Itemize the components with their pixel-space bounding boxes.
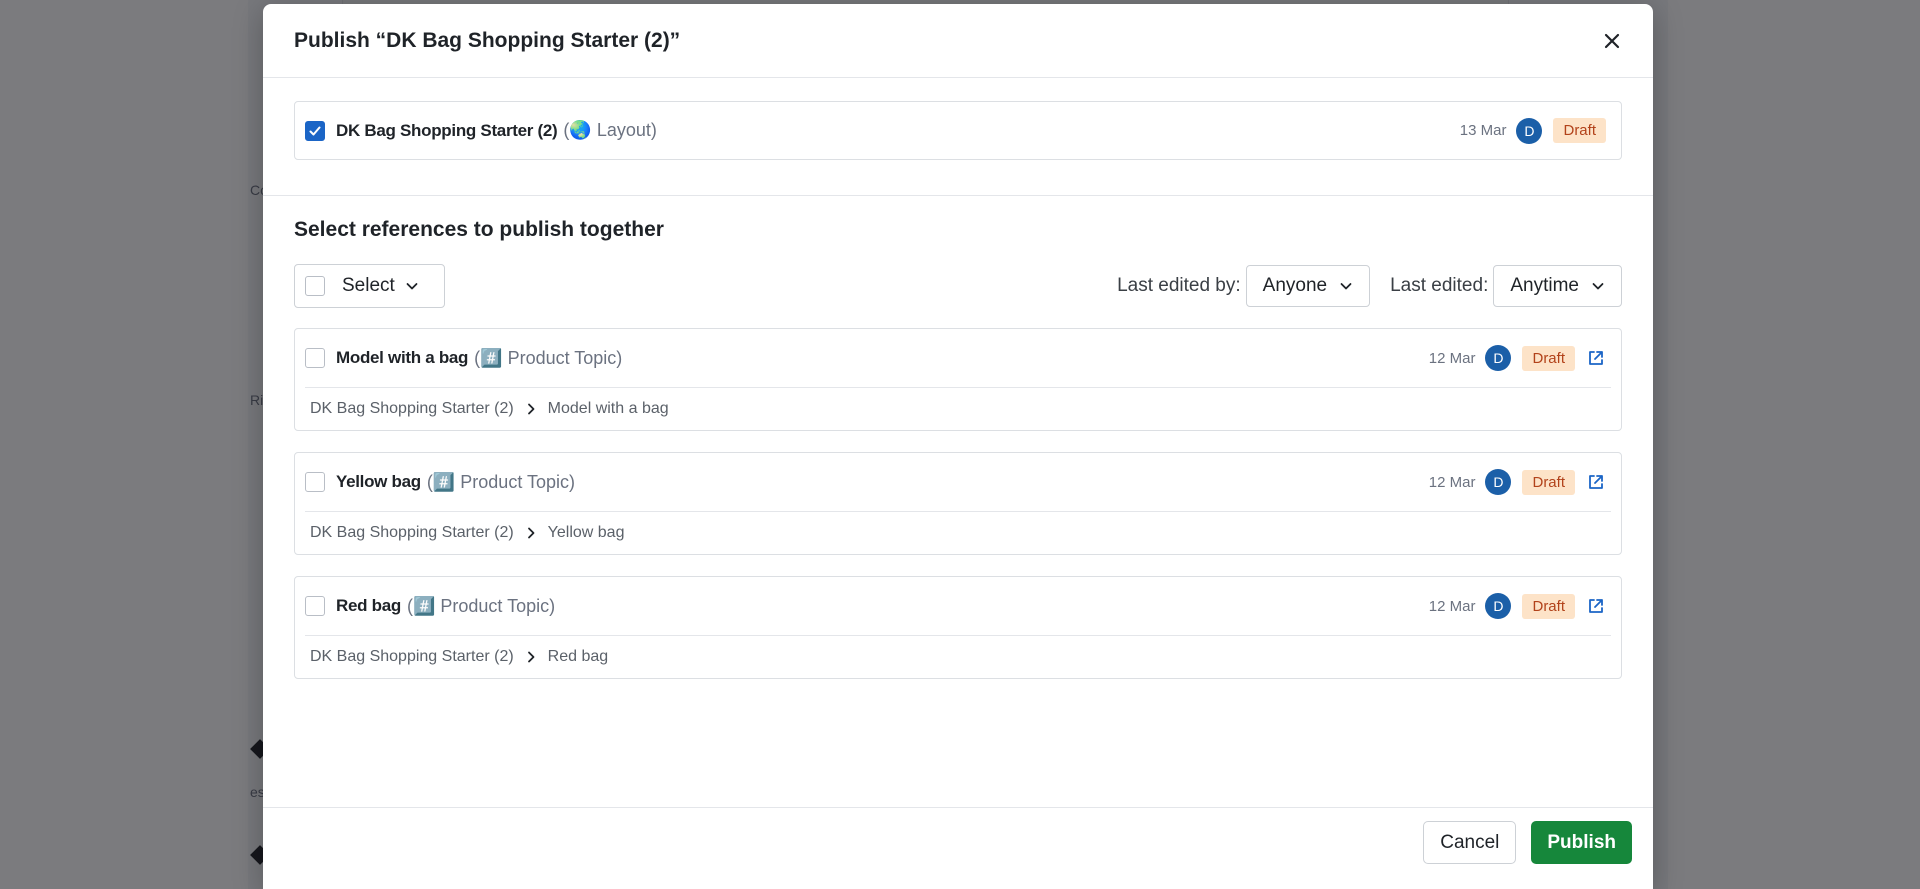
reference-name: Red bag <box>336 596 401 615</box>
status-badge: Draft <box>1522 593 1575 619</box>
references-section: Select references to publish together Se… <box>263 196 1653 679</box>
globe-icon: 🌏 <box>569 120 592 140</box>
type-label: Product Topic) <box>502 347 623 368</box>
main-item-checkbox[interactable] <box>305 120 325 141</box>
main-item-type: (🌏 Layout) <box>563 120 656 141</box>
breadcrumb-parent[interactable]: DK Bag Shopping Starter (2) <box>310 524 514 542</box>
cancel-button[interactable]: Cancel <box>1423 821 1517 864</box>
references-heading: Select references to publish together <box>294 218 664 241</box>
status-badge: Draft <box>1522 469 1575 495</box>
reference-date: 12 Mar <box>1428 349 1476 367</box>
avatar: D <box>1485 345 1512 371</box>
reference-type: (#️⃣ Product Topic) <box>474 348 622 369</box>
avatar: D <box>1485 469 1512 495</box>
reference-card: Model with a bag (#️⃣ Product Topic) 12 … <box>294 328 1622 431</box>
reference-checkbox[interactable] <box>305 596 325 616</box>
breadcrumb: DK Bag Shopping Starter (2) Yellow bag <box>295 512 1621 554</box>
open-external-icon[interactable] <box>1586 472 1606 492</box>
hash-icon: #️⃣ <box>412 595 436 616</box>
last-edited-value: Anytime <box>1510 275 1579 296</box>
breadcrumb-current[interactable]: Yellow bag <box>548 524 625 542</box>
chevron-right-icon <box>527 403 535 415</box>
main-item-row: DK Bag Shopping Starter (2) (🌏 Layout) 1… <box>295 102 1621 159</box>
close-icon[interactable] <box>1603 32 1621 50</box>
references-filters: Select Last edited by: Anyone Last edite… <box>294 264 1622 308</box>
reference-row: Red bag (#️⃣ Product Topic) 12 Mar D Dra… <box>295 577 1621 635</box>
hash-icon: #️⃣ <box>432 471 456 492</box>
reference-card: Yellow bag (#️⃣ Product Topic) 12 Mar D … <box>294 452 1622 555</box>
main-item-name: DK Bag Shopping Starter (2) <box>336 120 558 140</box>
breadcrumb: DK Bag Shopping Starter (2) Model with a… <box>295 388 1621 430</box>
last-edited-by-value: Anyone <box>1262 275 1328 296</box>
open-external-icon[interactable] <box>1586 596 1606 616</box>
publish-dialog: Publish “DK Bag Shopping Starter (2)” DK… <box>263 4 1653 889</box>
last-edited-dropdown[interactable]: Anytime <box>1493 265 1622 307</box>
type-label: Layout) <box>591 120 657 140</box>
last-edited-by-dropdown[interactable]: Anyone <box>1245 265 1371 307</box>
select-all-dropdown[interactable]: Select <box>294 264 445 308</box>
status-badge: Draft <box>1522 345 1575 371</box>
main-item-section: DK Bag Shopping Starter (2) (🌏 Layout) 1… <box>263 78 1653 196</box>
select-all-checkbox[interactable] <box>305 276 325 296</box>
select-label: Select <box>342 275 395 296</box>
type-label: Product Topic) <box>435 595 556 616</box>
avatar: D <box>1516 117 1543 144</box>
chevron-down-icon <box>406 283 418 290</box>
reference-type: (#️⃣ Product Topic) <box>407 596 555 617</box>
reference-name: Model with a bag <box>336 348 469 367</box>
breadcrumb-parent[interactable]: DK Bag Shopping Starter (2) <box>310 400 514 418</box>
main-item-card: DK Bag Shopping Starter (2) (🌏 Layout) 1… <box>294 101 1622 160</box>
reference-checkbox[interactable] <box>305 472 325 492</box>
breadcrumb-current[interactable]: Red bag <box>548 648 609 666</box>
last-edited-label: Last edited: <box>1390 275 1489 296</box>
dialog-footer: Cancel Publish <box>263 807 1653 889</box>
dialog-title: Publish “DK Bag Shopping Starter (2)” <box>294 28 681 52</box>
avatar: D <box>1485 593 1512 619</box>
reference-date: 12 Mar <box>1428 597 1476 615</box>
publish-button[interactable]: Publish <box>1531 821 1632 864</box>
reference-name: Yellow bag <box>336 472 421 491</box>
reference-row: Model with a bag (#️⃣ Product Topic) 12 … <box>295 329 1621 387</box>
chevron-right-icon <box>527 527 535 539</box>
main-item-date: 13 Mar <box>1459 122 1507 139</box>
status-badge: Draft <box>1553 118 1606 143</box>
reference-date: 12 Mar <box>1428 473 1476 491</box>
last-edited-by-label: Last edited by: <box>1117 275 1241 296</box>
chevron-down-icon <box>1340 283 1352 290</box>
chevron-right-icon <box>527 651 535 663</box>
hash-icon: #️⃣ <box>480 347 503 368</box>
dialog-header: Publish “DK Bag Shopping Starter (2)” <box>263 4 1653 78</box>
breadcrumb-current[interactable]: Model with a bag <box>548 400 669 418</box>
reference-row: Yellow bag (#️⃣ Product Topic) 12 Mar D … <box>295 453 1621 511</box>
reference-type: (#️⃣ Product Topic) <box>427 472 575 493</box>
reference-checkbox[interactable] <box>305 348 325 368</box>
reference-card: Red bag (#️⃣ Product Topic) 12 Mar D Dra… <box>294 576 1622 679</box>
checkmark-icon <box>309 126 321 135</box>
breadcrumb-parent[interactable]: DK Bag Shopping Starter (2) <box>310 648 514 666</box>
chevron-down-icon <box>1592 283 1604 290</box>
breadcrumb: DK Bag Shopping Starter (2) Red bag <box>295 636 1621 678</box>
open-external-icon[interactable] <box>1586 348 1606 368</box>
type-label: Product Topic) <box>455 471 576 492</box>
